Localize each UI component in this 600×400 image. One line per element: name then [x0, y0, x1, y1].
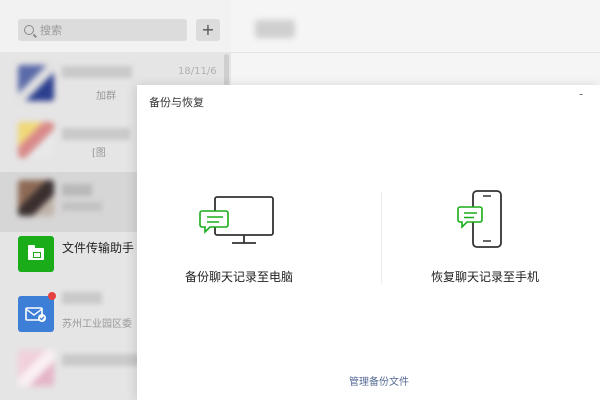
- add-contact-button[interactable]: +: [196, 19, 220, 41]
- computer-monitor-icon[interactable]: [199, 193, 277, 257]
- manage-backup-files-link[interactable]: 管理备份文件: [349, 373, 409, 388]
- file-transfer-avatar: [18, 236, 54, 272]
- sidebar-topbar: +: [0, 0, 231, 52]
- backup-restore-dialog: 备份与恢复 - 备份聊天记录至电脑 恢复聊天记录至手机 管理备份文件: [137, 85, 600, 400]
- mobile-phone-icon[interactable]: [457, 189, 507, 257]
- dialog-title: 备份与恢复: [149, 96, 204, 109]
- avatar: [18, 180, 54, 216]
- search-input[interactable]: [40, 23, 170, 37]
- search-box[interactable]: [18, 19, 187, 41]
- avatar: [18, 350, 54, 386]
- chat-preview: [图: [92, 148, 106, 159]
- avatar: [18, 122, 54, 158]
- backup-to-pc-button[interactable]: 备份聊天记录至电脑: [185, 268, 293, 285]
- chat-name-blurred: [62, 66, 132, 78]
- avatar: [18, 296, 54, 332]
- chat-preview-blurred: [62, 202, 102, 211]
- chat-name-blurred: [62, 184, 92, 196]
- search-icon: [24, 25, 34, 35]
- minimize-button[interactable]: -: [579, 87, 583, 101]
- restore-to-phone-button[interactable]: 恢复聊天记录至手机: [431, 268, 539, 285]
- avatar: [18, 65, 54, 101]
- chat-title-blurred: [255, 20, 295, 38]
- mail-icon: [25, 307, 46, 322]
- chat-name: 文件传输助手: [62, 241, 135, 255]
- unread-badge: [48, 292, 56, 300]
- chat-time: 18/11/6: [178, 66, 217, 77]
- dialog-divider: [381, 192, 382, 284]
- chat-name-blurred: [62, 354, 142, 366]
- folder-icon: [28, 245, 44, 260]
- chat-name-blurred: [62, 128, 130, 140]
- chat-name-blurred: [62, 292, 102, 304]
- chat-preview: 苏州工业园区委: [62, 319, 132, 330]
- chat-preview: 加群: [96, 91, 116, 102]
- header-divider: [231, 52, 600, 53]
